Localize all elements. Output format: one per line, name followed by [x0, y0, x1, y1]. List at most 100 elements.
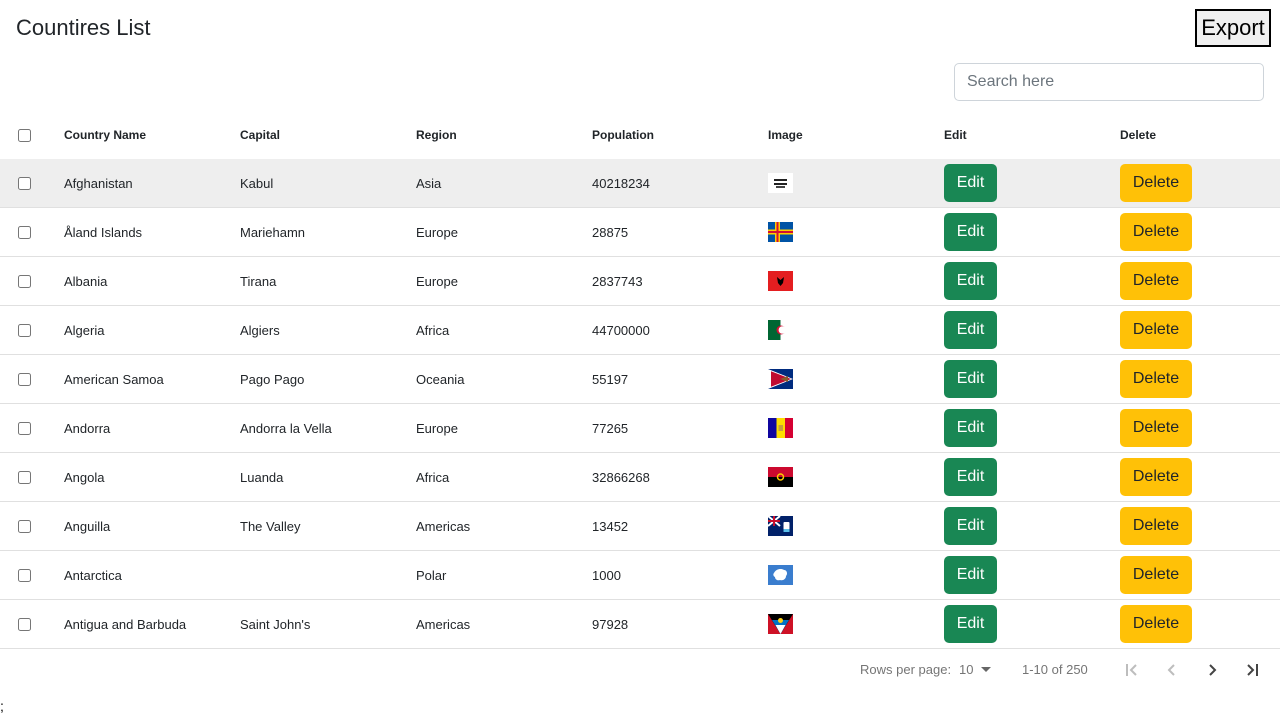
population: 77265: [592, 420, 629, 436]
country-name: Albania: [64, 273, 108, 289]
delete-button[interactable]: Delete: [1120, 458, 1192, 496]
flag-image: [768, 257, 793, 305]
population: 40218234: [592, 175, 650, 191]
capital: Mariehamn: [240, 224, 306, 240]
capital: Pago Pago: [240, 371, 305, 387]
delete-cell: Delete: [1120, 355, 1192, 403]
edit-button[interactable]: Edit: [944, 605, 997, 643]
population: 2837743: [592, 273, 643, 289]
rows-per-page-select[interactable]: 10: [959, 662, 973, 677]
delete-button[interactable]: Delete: [1120, 164, 1192, 202]
capital: The Valley: [240, 518, 301, 534]
flag-image: [768, 453, 793, 501]
capital: Andorra la Vella: [240, 420, 332, 436]
delete-button[interactable]: Delete: [1120, 262, 1192, 300]
select-all-checkbox[interactable]: [18, 128, 31, 142]
table-row[interactable]: American Samoa Pago Pago Oceania 55197 Edit D…: [0, 355, 1280, 404]
population: 1000: [592, 567, 621, 583]
region: Africa: [416, 469, 450, 485]
row-checkbox[interactable]: [18, 372, 31, 386]
chevron-down-icon[interactable]: [981, 667, 991, 672]
region: Oceania: [416, 371, 465, 387]
afghanistan-flag: [768, 173, 793, 193]
population: 55197: [592, 371, 629, 387]
country-name: Antigua and Barbuda: [64, 616, 187, 632]
row-select-cell: [18, 453, 31, 501]
header-region[interactable]: Region: [416, 111, 457, 159]
population: 97928: [592, 616, 629, 632]
edit-cell: Edit: [944, 257, 997, 305]
delete-button[interactable]: Delete: [1120, 311, 1192, 349]
edit-button[interactable]: Edit: [944, 409, 997, 447]
header-population[interactable]: Population: [592, 111, 654, 159]
flag-image: [768, 551, 793, 599]
row-checkbox[interactable]: [18, 519, 31, 533]
edit-button[interactable]: Edit: [944, 556, 997, 594]
row-checkbox[interactable]: [18, 568, 31, 582]
row-checkbox[interactable]: [18, 421, 31, 435]
next-page-icon[interactable]: [1198, 656, 1226, 684]
antarctica-flag: [768, 565, 793, 585]
edit-button[interactable]: Edit: [944, 164, 997, 202]
header-capital[interactable]: Capital: [240, 111, 280, 159]
edit-button[interactable]: Edit: [944, 507, 997, 545]
flag-image: [768, 502, 793, 550]
table-row[interactable]: Anguilla The Valley Americas 13452 Edit Delet…: [0, 502, 1280, 551]
algeria-flag: [768, 320, 793, 340]
population: 44700000: [592, 322, 650, 338]
delete-button[interactable]: Delete: [1120, 605, 1192, 643]
row-checkbox[interactable]: [18, 225, 31, 239]
table-row[interactable]: Åland Islands Mariehamn Europe 28875 Edit Del…: [0, 208, 1280, 257]
table-row[interactable]: Afghanistan Kabul Asia 40218234 Edit Delete: [0, 159, 1280, 208]
row-checkbox[interactable]: [18, 617, 31, 631]
table-header-row: Country Name Capital Region Population I…: [0, 111, 1280, 159]
andorra-flag: [768, 418, 793, 438]
edit-cell: Edit: [944, 453, 997, 501]
row-checkbox[interactable]: [18, 323, 31, 337]
angola-flag: [768, 467, 793, 487]
delete-button[interactable]: Delete: [1120, 213, 1192, 251]
edit-cell: Edit: [944, 404, 997, 452]
table-row[interactable]: Antigua and Barbuda Saint John's Americas 9…: [0, 600, 1280, 649]
anguilla-flag: [768, 516, 793, 536]
edit-cell: Edit: [944, 208, 997, 256]
row-checkbox[interactable]: [18, 176, 31, 190]
delete-button[interactable]: Delete: [1120, 556, 1192, 594]
export-button[interactable]: Export: [1195, 9, 1271, 47]
row-select-cell: [18, 600, 31, 648]
american-samoa-flag: [768, 369, 793, 389]
flag-image: [768, 306, 793, 354]
flag-image: [768, 600, 793, 648]
page-range: 1-10 of 250: [1022, 662, 1088, 677]
table-row[interactable]: Albania Tirana Europe 2837743 Edit Delete: [0, 257, 1280, 306]
delete-button[interactable]: Delete: [1120, 409, 1192, 447]
header-country-name[interactable]: Country Name: [64, 111, 146, 159]
edit-button[interactable]: Edit: [944, 311, 997, 349]
flag-image: [768, 404, 793, 452]
table-row[interactable]: Andorra Andorra la Vella Europe 77265 Edit De…: [0, 404, 1280, 453]
edit-button[interactable]: Edit: [944, 360, 997, 398]
delete-button[interactable]: Delete: [1120, 360, 1192, 398]
region: Europe: [416, 224, 458, 240]
row-checkbox[interactable]: [18, 470, 31, 484]
flag-image: [768, 159, 793, 207]
edit-cell: Edit: [944, 306, 997, 354]
row-checkbox[interactable]: [18, 274, 31, 288]
edit-button[interactable]: Edit: [944, 262, 997, 300]
last-page-icon[interactable]: [1238, 656, 1266, 684]
edit-button[interactable]: Edit: [944, 458, 997, 496]
edit-button[interactable]: Edit: [944, 213, 997, 251]
table-row[interactable]: Antarctica Polar 1000 Edit Delete: [0, 551, 1280, 600]
population: 32866268: [592, 469, 650, 485]
delete-cell: Delete: [1120, 257, 1192, 305]
table-row[interactable]: Algeria Algiers Africa 44700000 Edit Delete: [0, 306, 1280, 355]
header-image: Image: [768, 128, 803, 142]
region: Asia: [416, 175, 442, 191]
first-page-icon[interactable]: [1118, 656, 1146, 684]
delete-button[interactable]: Delete: [1120, 507, 1192, 545]
search-input[interactable]: [954, 63, 1264, 101]
previous-page-icon[interactable]: [1158, 656, 1186, 684]
table-row[interactable]: Angola Luanda Africa 32866268 Edit Delete: [0, 453, 1280, 502]
country-name: Algeria: [64, 322, 105, 338]
country-name: American Samoa: [64, 371, 164, 387]
